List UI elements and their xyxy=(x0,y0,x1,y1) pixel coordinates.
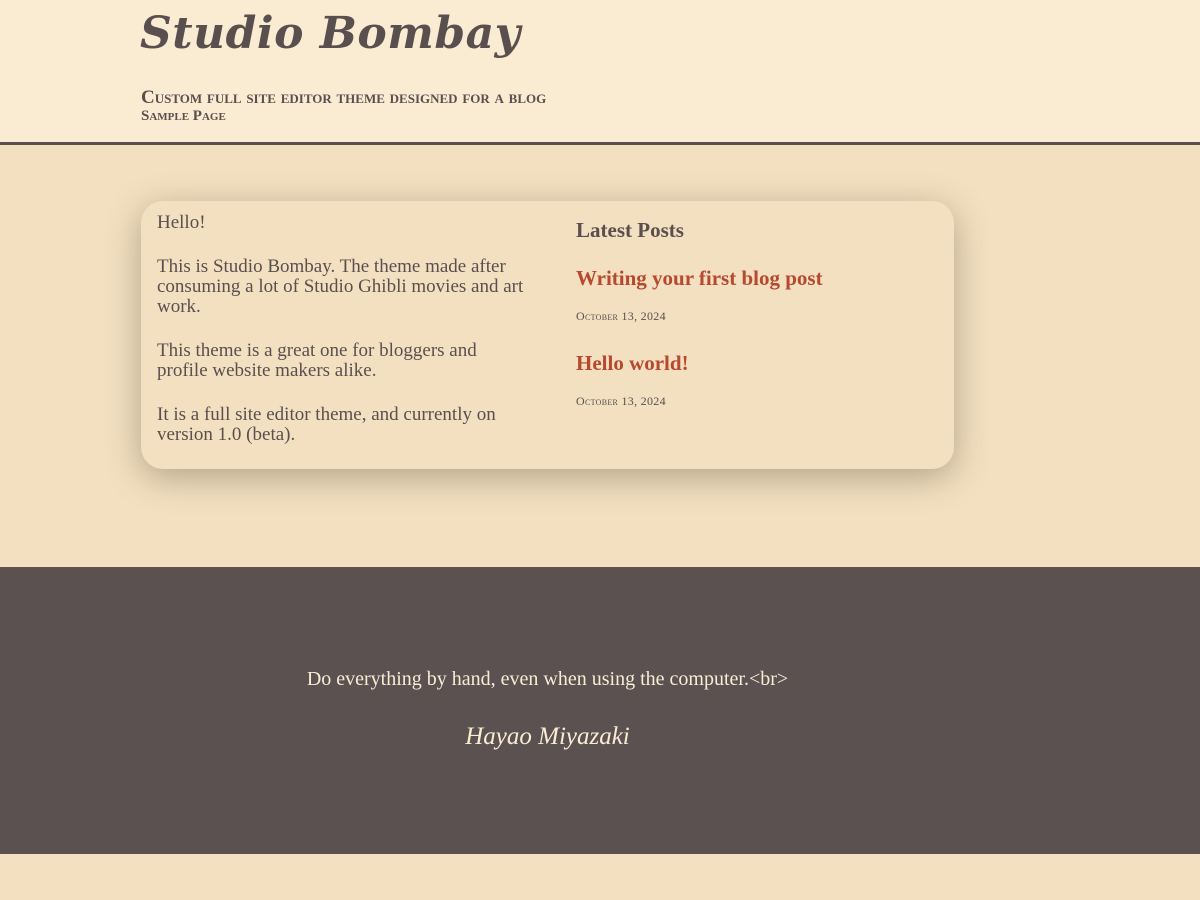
post-date: October 13, 2024 xyxy=(576,309,666,323)
site-title[interactable]: Studio Bombay xyxy=(140,6,521,62)
content-card: Hello! This is Studio Bombay. The theme … xyxy=(141,201,954,469)
site-header: Studio Bombay Custom full site editor th… xyxy=(0,0,1200,145)
list-item: Writing your first blog post October 13,… xyxy=(576,265,936,323)
intro-paragraph: This theme is a great one for bloggers a… xyxy=(157,340,477,381)
footer-quote-author: Hayao Miyazaki xyxy=(465,723,630,750)
nav-link-sample-page[interactable]: Sample Page xyxy=(141,108,226,124)
intro-paragraph: This is Studio Bombay. The theme made af… xyxy=(157,256,524,317)
post-title-link[interactable]: Writing your first blog post xyxy=(576,265,936,291)
site-footer: Do everything by hand, even when using t… xyxy=(0,567,1200,854)
intro-text: Hello! This is Studio Bombay. The theme … xyxy=(157,213,529,469)
list-item: Hello world! October 13, 2024 xyxy=(576,350,936,408)
post-title-link[interactable]: Hello world! xyxy=(576,350,936,376)
latest-posts: Latest Posts Writing your first blog pos… xyxy=(576,217,936,408)
site-tagline: Custom full site editor theme designed f… xyxy=(141,87,547,108)
footer-quote: Do everything by hand, even when using t… xyxy=(306,668,789,690)
post-date: October 13, 2024 xyxy=(576,394,666,408)
intro-greeting: Hello! xyxy=(157,212,206,233)
latest-posts-heading: Latest Posts xyxy=(576,218,684,242)
intro-paragraph: It is a full site editor theme, and curr… xyxy=(157,404,496,445)
